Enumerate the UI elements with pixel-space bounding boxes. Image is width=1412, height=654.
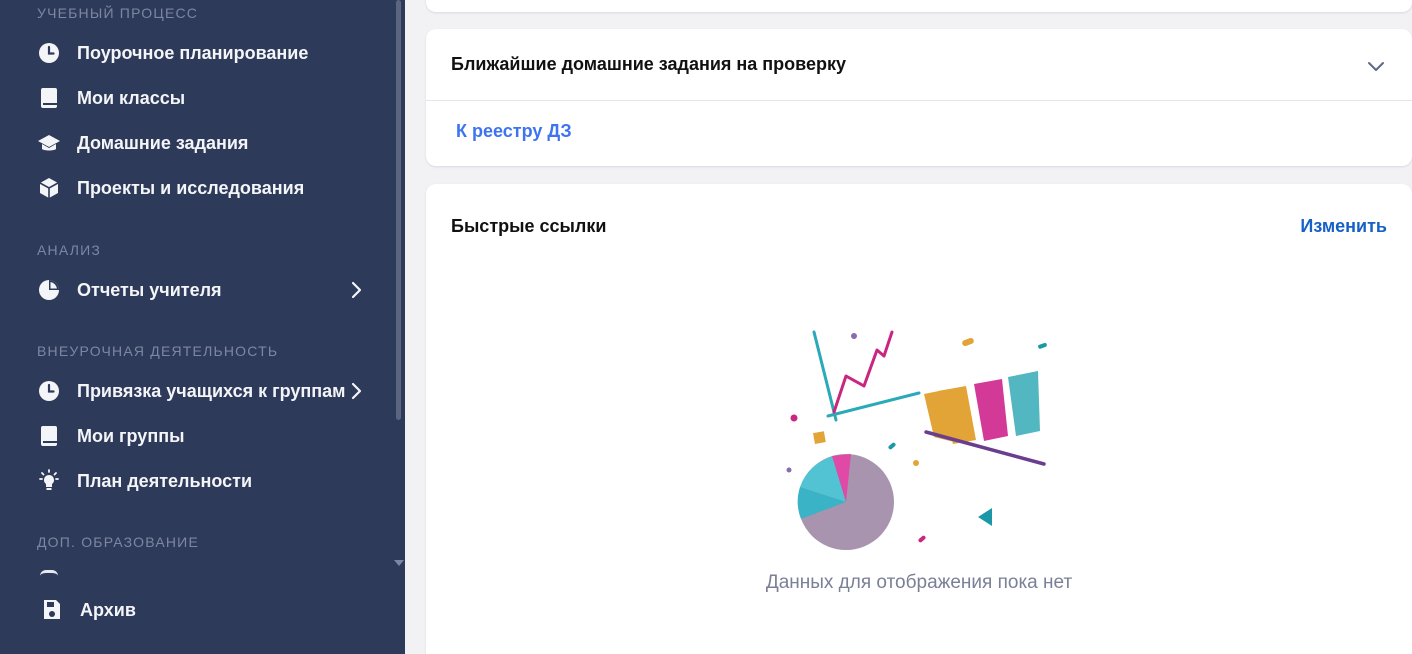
homework-card-title: Ближайшие домашние задания на проверку <box>451 54 846 74</box>
section-title-extracurricular: ВНЕУРОЧНАЯ ДЕЯТЕЛЬНОСТЬ <box>37 343 279 359</box>
sidebar-item-label: Проекты и исследования <box>77 177 305 198</box>
lightbulb-icon <box>37 469 61 493</box>
sidebar-item-student-groups[interactable]: Привязка учащихся к группам <box>37 372 367 410</box>
sidebar-item-lesson-planning[interactable]: Поурочное планирование <box>37 34 367 72</box>
sidebar-item-my-groups[interactable]: Мои группы <box>37 417 367 455</box>
sidebar: УЧЕБНЫЙ ПРОЦЕСС Поурочное планирование М… <box>0 0 405 654</box>
sidebar-item-teacher-reports[interactable]: Отчеты учителя <box>37 271 367 309</box>
sidebar-item-label: Поурочное планирование <box>77 42 309 63</box>
homework-registry-link[interactable]: К реестру ДЗ <box>456 121 572 142</box>
pie-chart-icon <box>37 278 61 302</box>
homework-card: Ближайшие домашние задания на проверку К… <box>426 29 1412 166</box>
sidebar-footer: Архив <box>0 578 405 654</box>
clock-icon <box>37 379 61 403</box>
book-icon <box>37 424 61 448</box>
chevron-down-icon[interactable] <box>1366 56 1386 76</box>
sidebar-item-label: Домашние задания <box>77 132 249 153</box>
sidebar-item-projects[interactable]: Проекты и исследования <box>37 169 367 207</box>
sidebar-item-homework[interactable]: Домашние задания <box>37 124 367 162</box>
sidebar-item-label: Мои группы <box>77 425 185 446</box>
sidebar-item-label: Привязка учащихся к группам <box>77 380 346 401</box>
quick-links-title: Быстрые ссылки <box>451 216 607 236</box>
clock-icon <box>37 41 61 65</box>
empty-state-text: Данных для отображения пока нет <box>765 572 1073 593</box>
edit-quick-links-button[interactable]: Изменить <box>1300 216 1387 237</box>
scroll-down-arrow-icon[interactable] <box>394 560 404 566</box>
chevron-right-icon <box>351 382 362 400</box>
cube-icon <box>37 176 61 200</box>
empty-state-illustration <box>786 330 1047 550</box>
sidebar-item-label: План деятельности <box>77 470 253 491</box>
sidebar-item-my-classes[interactable]: Мои классы <box>37 79 367 117</box>
sidebar-item-label: Архив <box>80 599 136 620</box>
partial-icon <box>40 570 58 576</box>
sidebar-item-archive[interactable]: Архив <box>40 591 370 629</box>
sidebar-scrollbar[interactable] <box>396 0 401 420</box>
save-icon <box>40 598 64 622</box>
quick-links-card: Быстрые ссылки Изменить Данных для отобр… <box>426 184 1412 654</box>
book-icon <box>37 86 61 110</box>
section-title-additional: ДОП. ОБРАЗОВАНИЕ <box>37 534 199 550</box>
section-title-analysis: АНАЛИЗ <box>37 242 101 258</box>
sidebar-item-label: Мои классы <box>77 87 186 108</box>
previous-card <box>426 0 1412 12</box>
sidebar-item-activity-plan[interactable]: План деятельности <box>37 462 367 500</box>
sidebar-item-label: Отчеты учителя <box>77 279 222 300</box>
section-title-study: УЧЕБНЫЙ ПРОЦЕСС <box>37 5 199 21</box>
homework-card-header[interactable]: Ближайшие домашние задания на проверку <box>426 29 1412 101</box>
graduation-cap-icon <box>37 131 61 155</box>
chevron-right-icon <box>351 281 362 299</box>
